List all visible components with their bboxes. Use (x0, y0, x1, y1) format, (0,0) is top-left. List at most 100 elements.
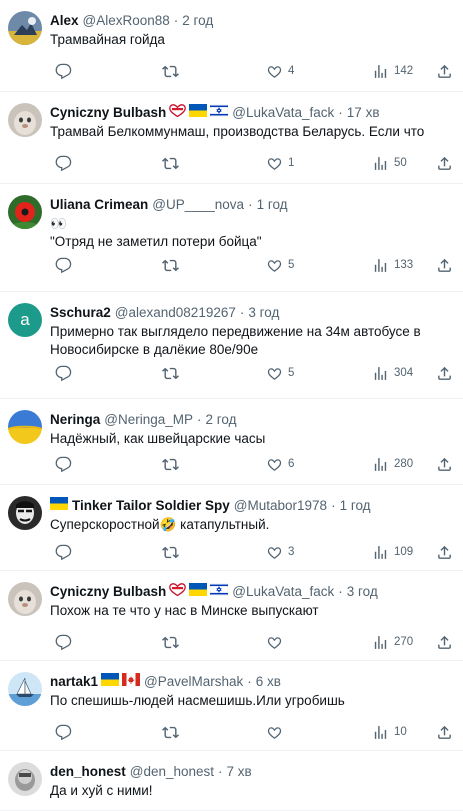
author-name[interactable]: den_honest (50, 763, 126, 781)
author-handle[interactable]: @Neringa_MP (104, 411, 193, 429)
canada-flag-icon (122, 673, 141, 691)
like-button[interactable]: 5 (261, 364, 294, 382)
like-count: 6 (288, 458, 295, 470)
reply-button[interactable] (50, 62, 72, 80)
retweet-button[interactable] (157, 633, 179, 651)
retweet-button[interactable] (157, 455, 179, 473)
like-icon (266, 365, 283, 382)
tweet[interactable]: nartak1 @PavelMarshak · 6 хв По спешишь-люде… (0, 661, 463, 751)
retweet-button[interactable] (157, 723, 179, 741)
action-bar: 6 280 (50, 455, 453, 473)
author-name[interactable]: Sschura2 (50, 304, 111, 322)
reply-button[interactable] (50, 633, 72, 651)
views-count: 304 (394, 367, 414, 379)
tweet[interactable]: Uliana Crimean @UP____nova · 1 год 👀 "Отряд н… (0, 184, 463, 292)
avatar[interactable] (8, 11, 42, 45)
timestamp[interactable]: 2 год (206, 411, 237, 429)
views-icon (372, 365, 389, 382)
retweet-icon (162, 257, 179, 274)
tweet[interactable]: Tinker Tailor Soldier Spy @Mutabor1978 · 1 … (0, 485, 463, 571)
author-name[interactable]: Tinker Tailor Soldier Spy (72, 497, 230, 515)
share-button[interactable] (431, 154, 453, 172)
reply-button[interactable] (50, 364, 72, 382)
timestamp[interactable]: 6 хв (256, 673, 281, 691)
like-button[interactable] (261, 723, 283, 741)
author-handle[interactable]: @LukaVata_fack (232, 104, 334, 122)
avatar[interactable] (8, 103, 42, 137)
share-button[interactable] (431, 455, 453, 473)
share-button[interactable] (431, 364, 453, 382)
reply-button[interactable] (50, 154, 72, 172)
timestamp[interactable]: 3 год (248, 304, 279, 322)
like-button[interactable]: 1 (261, 154, 294, 172)
like-button[interactable] (261, 633, 283, 651)
reply-button[interactable] (50, 256, 72, 274)
author-handle[interactable]: @PavelMarshak (144, 673, 243, 691)
views-button[interactable]: 270 (367, 633, 413, 651)
avatar[interactable] (8, 195, 42, 229)
retweet-button[interactable] (157, 256, 179, 274)
like-button[interactable]: 3 (261, 543, 294, 561)
retweet-button[interactable] (157, 154, 179, 172)
tweet[interactable]: Alex @AlexRoon88 · 2 год Трамвайная гойда 4 14… (0, 0, 463, 92)
avatar[interactable] (8, 410, 42, 444)
share-button[interactable] (431, 633, 453, 651)
tweet[interactable]: Cyniczny Bulbash @LukaVata_fack · 3 год Похо… (0, 571, 463, 661)
like-button[interactable]: 5 (261, 256, 294, 274)
avatar[interactable] (8, 582, 42, 616)
heart-emoji-icon (169, 104, 187, 122)
reply-button[interactable] (50, 543, 72, 561)
views-button[interactable]: 280 (367, 455, 413, 473)
author-handle[interactable]: @den_honest (130, 763, 214, 781)
author-name[interactable]: Cyniczny Bulbash (50, 104, 166, 122)
avatar[interactable] (8, 496, 42, 530)
timestamp[interactable]: 1 год (340, 497, 371, 515)
reply-button[interactable] (50, 723, 72, 741)
author-name[interactable]: nartak1 (50, 673, 98, 691)
share-button[interactable] (431, 543, 453, 561)
israel-flag-icon (210, 583, 229, 601)
author-handle[interactable]: @Mutabor1978 (234, 497, 327, 515)
retweet-button[interactable] (157, 62, 179, 80)
views-button[interactable]: 50 (367, 154, 407, 172)
views-count: 270 (394, 636, 414, 648)
reply-button[interactable] (50, 455, 72, 473)
tweet[interactable]: a Sschura2 @alexand08219267 · 3 год Примерно … (0, 292, 463, 399)
author-handle[interactable]: @UP____nova (152, 196, 244, 214)
timestamp[interactable]: 7 хв (227, 763, 252, 781)
retweet-button[interactable] (157, 543, 179, 561)
timestamp[interactable]: 2 год (182, 12, 213, 30)
author-name[interactable]: Neringa (50, 411, 100, 429)
author-name[interactable]: Uliana Crimean (50, 196, 148, 214)
share-button[interactable] (431, 62, 453, 80)
like-count: 4 (288, 65, 295, 77)
timestamp[interactable]: 3 год (347, 583, 378, 601)
like-button[interactable]: 6 (261, 455, 294, 473)
views-button[interactable]: 142 (367, 62, 413, 80)
timestamp[interactable]: 1 год (257, 196, 288, 214)
tweet[interactable]: Neringa @Neringa_MP · 2 год Надёжный, как шв… (0, 399, 463, 485)
author-name[interactable]: Alex (50, 12, 79, 30)
avatar[interactable]: a (8, 303, 42, 337)
author-handle[interactable]: @alexand08219267 (115, 304, 236, 322)
views-button[interactable]: 133 (367, 256, 413, 274)
share-button[interactable] (431, 723, 453, 741)
avatar[interactable] (8, 762, 42, 796)
views-button[interactable]: 109 (367, 543, 413, 561)
tweet-text-line: По спешишь-людей насмешишь.Или угробишь (50, 693, 345, 708)
retweet-icon (162, 456, 179, 473)
tweet-text: Похож на те что у нас в Минске выпускают (50, 602, 453, 620)
share-button[interactable] (431, 256, 453, 274)
like-button[interactable]: 4 (261, 62, 294, 80)
tweet-text-line: Примерно так выглядело передвижение на 3… (50, 324, 421, 339)
author-handle[interactable]: @AlexRoon88 (83, 12, 170, 30)
tweet[interactable]: Cyniczny Bulbash @LukaVata_fack · 17 хв Трам… (0, 92, 463, 184)
avatar[interactable] (8, 672, 42, 706)
views-button[interactable]: 304 (367, 364, 413, 382)
timestamp[interactable]: 17 хв (347, 104, 380, 122)
views-button[interactable]: 10 (367, 723, 407, 741)
author-handle[interactable]: @LukaVata_fack (232, 583, 334, 601)
tweet[interactable]: den_honest @den_honest · 7 хв Да и хуй с ним… (0, 751, 463, 811)
retweet-button[interactable] (157, 364, 179, 382)
author-name[interactable]: Cyniczny Bulbash (50, 583, 166, 601)
